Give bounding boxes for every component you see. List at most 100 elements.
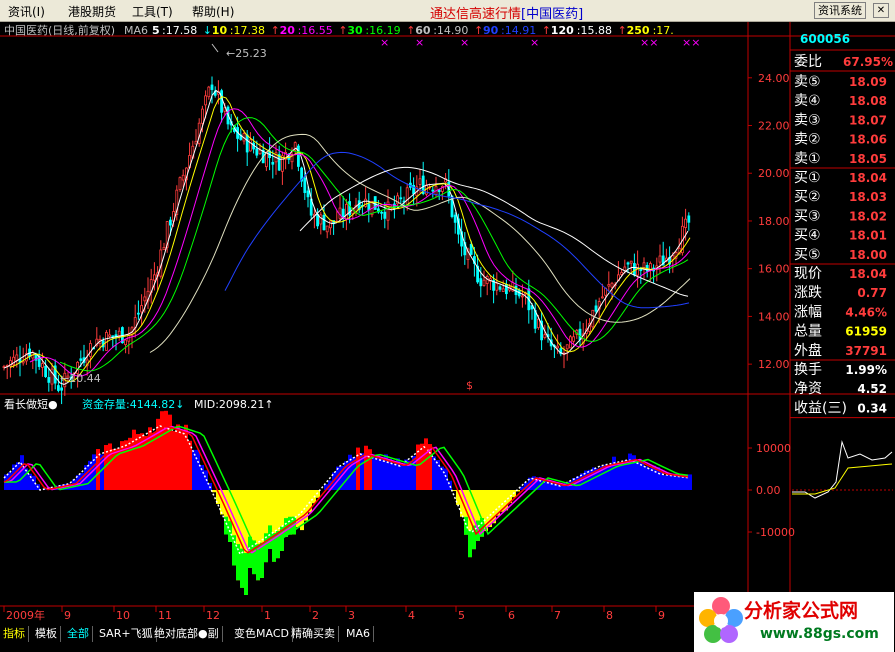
indicator-bar-green	[244, 552, 248, 595]
x-axis-label: 9	[658, 609, 665, 622]
candle-body	[498, 286, 502, 290]
candle-body	[495, 282, 499, 291]
close-icon[interactable]: ✕	[873, 3, 889, 18]
indicator-bar	[160, 411, 164, 490]
candle-body	[601, 296, 604, 299]
x-axis-label: 11	[158, 609, 172, 622]
candle-body	[626, 262, 630, 265]
buy-level-label: 买③	[794, 208, 821, 224]
tab-absolute-bottom[interactable]: 绝对底部●副	[151, 626, 223, 642]
stat-label: 现价	[794, 266, 822, 282]
x-axis-label: 2	[312, 609, 319, 622]
ma-period-label: 90	[483, 24, 499, 37]
indicator-bar	[184, 424, 188, 490]
tab-all[interactable]: 全部	[64, 626, 93, 642]
ma-value-label: :15.88	[577, 24, 612, 37]
high-price-label: ←25.23	[226, 47, 267, 60]
candle-body	[399, 197, 403, 200]
candle-body	[437, 189, 441, 192]
x-axis-label: 3	[348, 609, 355, 622]
candle-body	[210, 84, 214, 90]
candle-body	[245, 134, 249, 153]
stat-label: 收益(三)	[794, 400, 847, 416]
tab-color-macd[interactable]: 变色MACD	[231, 626, 293, 642]
candle-body	[367, 203, 371, 211]
buy-level-label: 买④	[794, 228, 821, 244]
tab-ma6[interactable]: MA6	[343, 626, 375, 642]
stock-chart[interactable]: 24.0022.0020.0018.0016.0014.0012.00←25.2…	[0, 22, 895, 626]
indicator-bar	[644, 466, 648, 490]
candle-body	[258, 149, 262, 155]
tab-indicator[interactable]: 指标	[0, 626, 29, 642]
stock-name-label: 中国医药(日线,前复权)	[4, 23, 115, 37]
wei-bi-label: 委比	[794, 54, 822, 70]
indicator-bar	[112, 448, 116, 490]
menu-item-info[interactable]: 资讯(I)	[8, 3, 45, 20]
candle-body	[220, 90, 224, 113]
stat-label: 换手	[794, 361, 822, 378]
ma-period-label: 120	[551, 24, 574, 37]
high-marker	[211, 43, 219, 53]
tab-precise-trade[interactable]: 精确买卖	[288, 626, 339, 642]
candle-body	[168, 219, 172, 226]
tab-sar[interactable]: SAR+飞狐	[96, 626, 157, 642]
indicator-title: 看长做短●	[4, 397, 58, 411]
candle-body	[658, 255, 662, 263]
menu-item-help[interactable]: 帮助(H)	[192, 3, 234, 20]
candle-body	[207, 86, 211, 98]
indicator-bar-green	[232, 535, 236, 566]
indicator-bar	[28, 473, 32, 490]
indicator-bar	[392, 463, 396, 490]
stat-value: 0.77	[857, 286, 887, 300]
stat-value: 37791	[845, 344, 887, 358]
watermark-text: 分析家公式网	[744, 600, 859, 622]
indicator-bar	[192, 449, 196, 490]
stat-value: 1.99%	[845, 363, 887, 377]
info-system-button[interactable]: 资讯系统	[814, 2, 866, 19]
app-title-stock: [中国医药]	[521, 7, 584, 22]
dollar-marker: $	[466, 379, 473, 392]
candle-body	[47, 377, 51, 383]
indicator-bar	[152, 432, 156, 490]
candle-body	[629, 260, 633, 264]
tab-template[interactable]: 模板	[32, 626, 61, 642]
indicator-bar	[680, 476, 684, 490]
indicator-bar	[448, 480, 452, 490]
ma-arrow-icon: ↑	[618, 24, 627, 37]
candle-body	[248, 139, 252, 152]
menu-item-hk-futures[interactable]: 港股期货	[68, 3, 116, 20]
indicator-bar	[196, 449, 200, 490]
sell-price: 18.09	[849, 75, 887, 89]
x-axis-label: 4	[408, 609, 415, 622]
signal-marker-icon: ×	[530, 36, 539, 49]
menu-bar: 资讯(I) 港股期货 工具(T) 帮助(H) 通达信高速行情[中国医药] 资讯系…	[0, 0, 895, 22]
stat-value: 4.52	[857, 382, 887, 396]
candle-body	[44, 365, 47, 378]
candle-body	[89, 343, 92, 357]
price-y-label: 14.00	[758, 310, 790, 323]
menu-item-tools[interactable]: 工具(T)	[132, 3, 173, 20]
wei-bi-value: 67.95%	[843, 55, 893, 69]
ma-arrow-icon: ↑	[271, 24, 280, 37]
candle-body	[178, 177, 182, 190]
x-axis-label: 10	[116, 609, 130, 622]
candle-body	[610, 282, 614, 288]
candle-body	[431, 189, 435, 192]
buy-level-label: 买②	[794, 189, 821, 205]
indicator-bar	[380, 457, 384, 490]
candle-body	[684, 218, 687, 228]
sell-price: 18.06	[849, 133, 887, 147]
candle-body	[556, 345, 559, 349]
sell-level-label: 卖⑤	[794, 74, 821, 90]
indicator-bar	[628, 453, 632, 490]
candle-body	[479, 278, 483, 287]
candle-body	[140, 305, 144, 313]
candle-body	[344, 203, 348, 220]
price-y-label: 18.00	[758, 215, 790, 228]
candle-body	[181, 174, 185, 181]
x-axis-label: 7	[554, 609, 561, 622]
indicator-bar	[372, 454, 376, 490]
stat-label: 净资	[794, 381, 822, 397]
indicator-bar	[132, 429, 136, 490]
candle-body	[620, 272, 623, 275]
